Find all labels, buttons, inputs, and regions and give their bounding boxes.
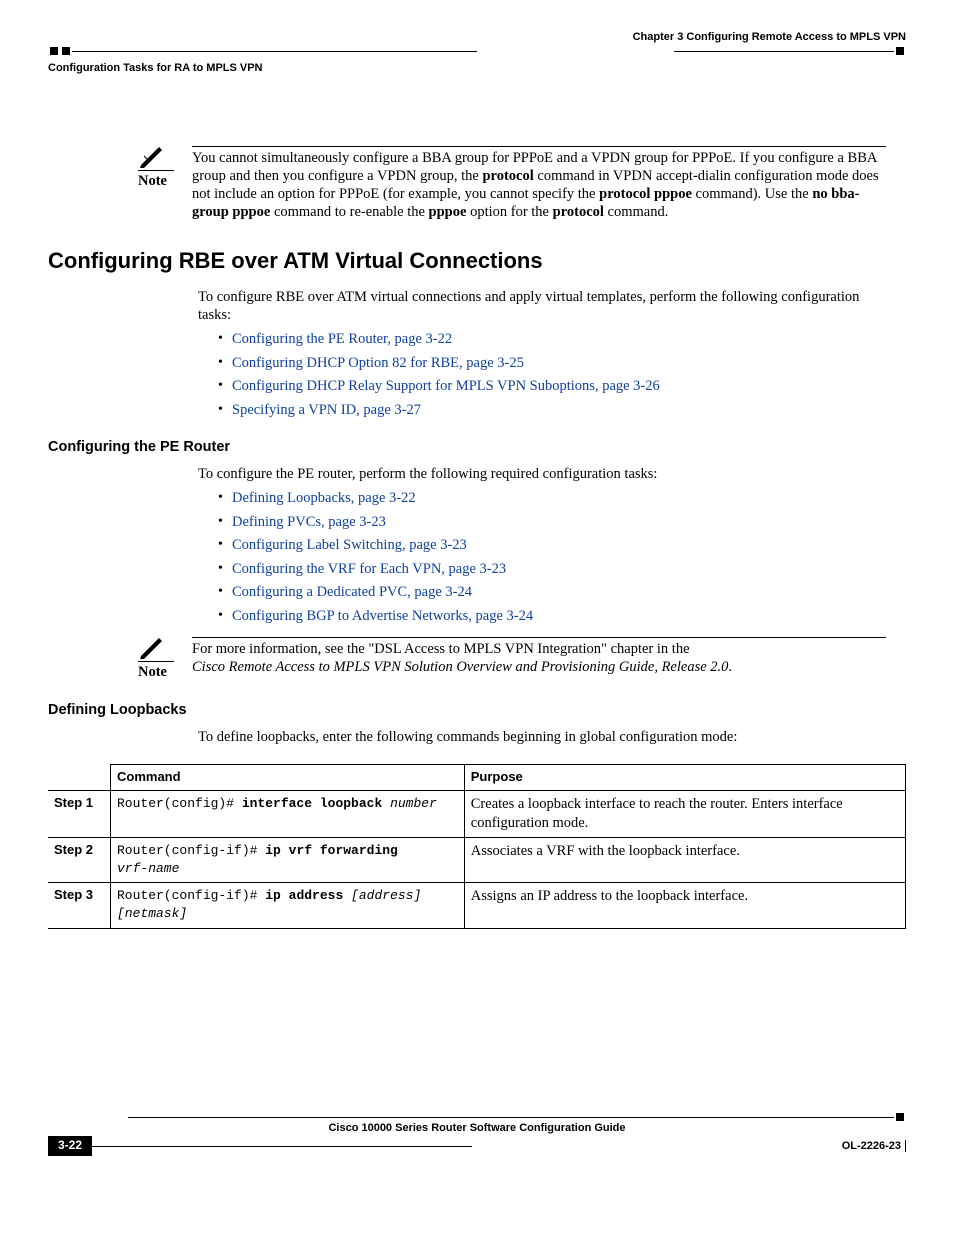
note-pencil-icon [138,146,174,168]
xref-link[interactable]: Configuring the PE Router, page 3-22 [232,331,452,347]
purpose-cell: Associates a VRF with the loopback inter… [464,837,905,882]
xref-link[interactable]: Defining Loopbacks, page 3-22 [232,490,416,506]
purpose-cell: Assigns an IP address to the loopback in… [464,883,905,928]
step-label: Step 3 [48,883,111,928]
xref-link[interactable]: Configuring DHCP Option 82 for RBE, page… [232,355,524,371]
link-list: Defining Loopbacks, page 3-22 Defining P… [218,489,876,626]
step-label: Step 2 [48,837,111,882]
xref-link[interactable]: Configuring a Dedicated PVC, page 3-24 [232,584,472,600]
page-header: Chapter 3 Configuring Remote Access to M… [48,30,906,45]
list-item: Configuring BGP to Advertise Networks, p… [218,607,876,627]
table-header-command: Command [111,765,465,791]
list-item: Defining Loopbacks, page 3-22 [218,489,876,509]
note-body: For more information, see the "DSL Acces… [192,637,886,682]
list-item: Defining PVCs, page 3-23 [218,513,876,533]
command-cell: Router(config-if)# ip vrf forwarding vrf… [111,837,465,882]
list-item: Configuring DHCP Relay Support for MPLS … [218,377,876,397]
xref-link[interactable]: Configuring Label Switching, page 3-23 [232,537,467,553]
step-label: Step 1 [48,791,111,838]
chapter-title: Chapter 3 Configuring Remote Access to M… [633,30,906,44]
footer-doc-title: Cisco 10000 Series Router Software Confi… [48,1121,906,1135]
table-row: Step 2 Router(config-if)# ip vrf forward… [48,837,906,882]
footer-doc-id: OL-2226-23 [842,1139,901,1153]
note-label: Note [138,663,192,682]
heading-2: Defining Loopbacks [48,701,906,720]
command-table: Command Purpose Step 1 Router(config)# i… [48,764,906,928]
list-item: Configuring DHCP Option 82 for RBE, page… [218,354,876,374]
list-item: Configuring a Dedicated PVC, page 3-24 [218,583,876,603]
list-item: Specifying a VPN ID, page 3-27 [218,401,876,421]
note-label: Note [138,172,192,191]
page: Chapter 3 Configuring Remote Access to M… [0,0,954,1180]
note-pencil-icon [138,637,174,659]
command-cell: Router(config)# interface loopback numbe… [111,791,465,838]
note-block: Note For more information, see the "DSL … [138,637,906,682]
page-footer: Cisco 10000 Series Router Software Confi… [48,1113,906,1156]
table-row: Step 3 Router(config-if)# ip address [ad… [48,883,906,928]
table-header-purpose: Purpose [464,765,905,791]
list-item: Configuring Label Switching, page 3-23 [218,536,876,556]
section-title: Configuration Tasks for RA to MPLS VPN [48,61,906,75]
xref-link[interactable]: Configuring BGP to Advertise Networks, p… [232,608,533,624]
header-rule [48,47,906,55]
heading-1: Configuring RBE over ATM Virtual Connect… [48,247,906,276]
square-icon [50,47,58,55]
paragraph: To configure the PE router, perform the … [198,465,876,483]
xref-link[interactable]: Defining PVCs, page 3-23 [232,514,386,530]
note-body: You cannot simultaneously configure a BB… [192,146,886,222]
table-header-blank [48,765,111,791]
page-number: 3-22 [48,1136,92,1156]
xref-link[interactable]: Specifying a VPN ID, page 3-27 [232,402,421,418]
paragraph: To define loopbacks, enter the following… [198,728,876,746]
square-icon [896,47,904,55]
square-icon [62,47,70,55]
purpose-cell: Creates a loopback interface to reach th… [464,791,905,838]
square-icon [896,1113,904,1121]
xref-link[interactable]: Configuring the VRF for Each VPN, page 3… [232,561,506,577]
paragraph: To configure RBE over ATM virtual connec… [198,288,876,324]
heading-2: Configuring the PE Router [48,438,906,457]
note-block: Note You cannot simultaneously configure… [138,146,906,222]
command-cell: Router(config-if)# ip address [address] … [111,883,465,928]
list-item: Configuring the VRF for Each VPN, page 3… [218,560,876,580]
xref-link[interactable]: Configuring DHCP Relay Support for MPLS … [232,378,660,394]
link-list: Configuring the PE Router, page 3-22 Con… [218,330,876,420]
table-row: Step 1 Router(config)# interface loopbac… [48,791,906,838]
list-item: Configuring the PE Router, page 3-22 [218,330,876,350]
